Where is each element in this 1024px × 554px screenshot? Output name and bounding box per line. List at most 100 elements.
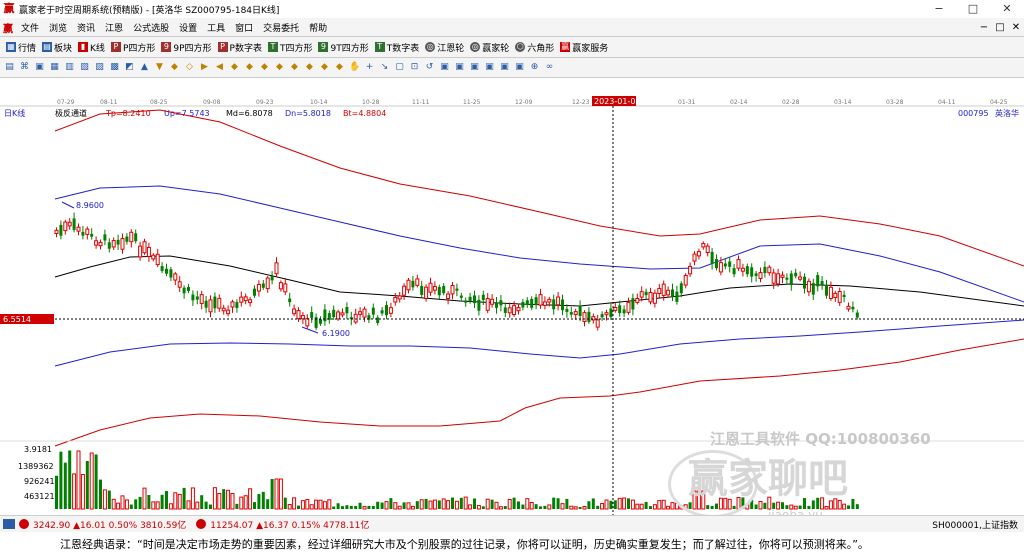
draw-tool-35-icon[interactable]: ⊕ <box>529 62 540 73</box>
draw-tool-30-icon[interactable]: ▣ <box>454 62 465 73</box>
draw-tool-2-icon[interactable]: ▣ <box>34 62 45 73</box>
hexagon-icon: ⬡ <box>515 42 526 52</box>
sector-icon: ▤ <box>42 42 53 52</box>
candle-body <box>631 298 635 310</box>
menu-window[interactable]: 窗口 <box>230 21 258 34</box>
volume-bar <box>322 501 327 510</box>
winner-wheel-button[interactable]: ◎ 赢家轮 <box>470 41 509 54</box>
volume-bar <box>190 487 195 510</box>
draw-tool-13-icon[interactable]: ▶ <box>199 62 210 73</box>
candle-body <box>310 312 314 318</box>
menu-browse[interactable]: 浏览 <box>44 21 72 34</box>
draw-tool-29-icon[interactable]: ▣ <box>439 62 450 73</box>
menu-tools[interactable]: 工具 <box>202 21 230 34</box>
quotes-button[interactable]: ▦ 行情 <box>6 41 36 54</box>
draw-tool-27-icon[interactable]: ⊡ <box>409 62 420 73</box>
volume-bar <box>270 479 274 509</box>
current-index[interactable]: SH000001,上证指数 <box>932 518 1018 531</box>
draw-tool-22-icon[interactable]: ◆ <box>334 62 345 73</box>
draw-tool-1-icon[interactable]: ⌘ <box>19 62 30 73</box>
candle-body <box>300 315 305 320</box>
draw-tool-23-icon[interactable]: ✋ <box>349 62 360 73</box>
draw-tool-3-icon[interactable]: ▦ <box>49 62 60 73</box>
draw-tool-28-icon[interactable]: ↺ <box>424 62 435 73</box>
winner-service-button[interactable]: 赢赢家服务 <box>560 41 608 54</box>
volume-bar <box>120 495 125 510</box>
candle-body <box>235 302 239 308</box>
volume-bar <box>410 505 415 510</box>
candle-body <box>125 236 129 242</box>
9p-square-button[interactable]: 9 9P四方形 <box>161 41 212 54</box>
menu-help[interactable]: 帮助 <box>304 21 332 34</box>
close-icon[interactable]: ✕ <box>990 0 1024 18</box>
minimize-icon[interactable]: − <box>922 0 956 18</box>
volume-bar <box>649 506 652 509</box>
draw-tool-24-icon[interactable]: + <box>364 62 375 73</box>
draw-tool-19-icon[interactable]: ◆ <box>289 62 300 73</box>
draw-tool-7-icon[interactable]: ▩ <box>109 62 120 73</box>
candle-body <box>503 307 507 313</box>
draw-tool-5-icon[interactable]: ▧ <box>79 62 90 73</box>
draw-tool-4-icon[interactable]: ▥ <box>64 62 75 73</box>
maximize-icon[interactable]: □ <box>956 0 990 18</box>
draw-tool-8-icon[interactable]: ◩ <box>124 62 135 73</box>
volume-bar <box>274 478 279 510</box>
volume-bar <box>376 501 380 509</box>
menu-file[interactable]: 文件 <box>16 21 44 34</box>
volume-bar <box>842 503 847 510</box>
draw-tool-12-icon[interactable]: ◇ <box>184 62 195 73</box>
draw-tool-31-icon[interactable]: ▣ <box>469 62 480 73</box>
t-number-table-button[interactable]: T T数字表 <box>374 41 419 54</box>
draw-tool-11-icon[interactable]: ◆ <box>169 62 180 73</box>
volume-bar <box>116 502 121 510</box>
child-close-icon[interactable]: ✕ <box>1008 22 1024 33</box>
menu-gann[interactable]: 江恩 <box>100 21 128 34</box>
p-square-button[interactable]: P P四方形 <box>110 41 155 54</box>
draw-tool-36-icon[interactable]: ∞ <box>544 62 555 73</box>
sh-index-quote[interactable]: 3242.90 ▲16.01 0.50% 3810.59亿 <box>33 518 186 531</box>
child-minimize-icon[interactable]: − <box>976 22 992 33</box>
draw-tool-16-icon[interactable]: ◆ <box>244 62 255 73</box>
sz-index-quote[interactable]: 11254.07 ▲16.37 0.15% 4778.11亿 <box>210 518 369 531</box>
volume-bar <box>578 506 582 509</box>
volume-bar <box>481 506 485 509</box>
candle-body <box>116 239 120 245</box>
menu-trade[interactable]: 交易委托 <box>258 21 304 34</box>
menu-info[interactable]: 资讯 <box>72 21 100 34</box>
kline-chart[interactable]: 07-29 08-11 08-25 09-08 09-23 10-14 10-28 11-11… <box>0 96 1024 515</box>
draw-tool-25-icon[interactable]: ↘ <box>379 62 390 73</box>
draw-tool-26-icon[interactable]: ▢ <box>394 62 405 73</box>
volume-bar <box>565 498 569 509</box>
app-logo-icon: 赢 <box>3 2 15 15</box>
draw-tool-9-icon[interactable]: ▲ <box>139 62 150 73</box>
draw-tool-33-icon[interactable]: ▣ <box>499 62 510 73</box>
volume-bar <box>253 502 256 509</box>
draw-tool-14-icon[interactable]: ◀ <box>214 62 225 73</box>
draw-tool-21-icon[interactable]: ◆ <box>319 62 330 73</box>
menu-formula[interactable]: 公式选股 <box>128 21 174 34</box>
draw-tool-18-icon[interactable]: ◆ <box>274 62 285 73</box>
draw-tool-10-icon[interactable]: ▼ <box>154 62 165 73</box>
draw-tool-17-icon[interactable]: ◆ <box>259 62 270 73</box>
volume-bar <box>503 506 507 509</box>
draw-tool-20-icon[interactable]: ◆ <box>304 62 315 73</box>
draw-tool-0-icon[interactable]: ▤ <box>4 62 15 73</box>
draw-tool-32-icon[interactable]: ▣ <box>484 62 495 73</box>
candle-body <box>336 311 341 320</box>
candle-body <box>820 281 824 285</box>
sector-button[interactable]: ▤ 板块 <box>42 41 72 54</box>
candle-body <box>622 309 626 314</box>
kline-button[interactable]: ▮ K线 <box>78 41 105 54</box>
p-number-table-button[interactable]: P P数字表 <box>217 41 262 54</box>
draw-tool-15-icon[interactable]: ◆ <box>229 62 240 73</box>
hexagon-button[interactable]: ⬡ 六角形 <box>515 41 554 54</box>
gann-wheel-button[interactable]: ◎ 江恩轮 <box>425 41 464 54</box>
t-square-button[interactable]: T T四方形 <box>267 41 312 54</box>
child-restore-icon[interactable]: □ <box>992 22 1008 33</box>
draw-tool-34-icon[interactable]: ▣ <box>514 62 525 73</box>
date-tick: 11-11 <box>412 99 430 106</box>
menu-settings[interactable]: 设置 <box>174 21 202 34</box>
draw-tool-6-icon[interactable]: ▨ <box>94 62 105 73</box>
candle-body <box>332 309 336 318</box>
9t-square-button[interactable]: 9 9T四方形 <box>318 41 369 54</box>
